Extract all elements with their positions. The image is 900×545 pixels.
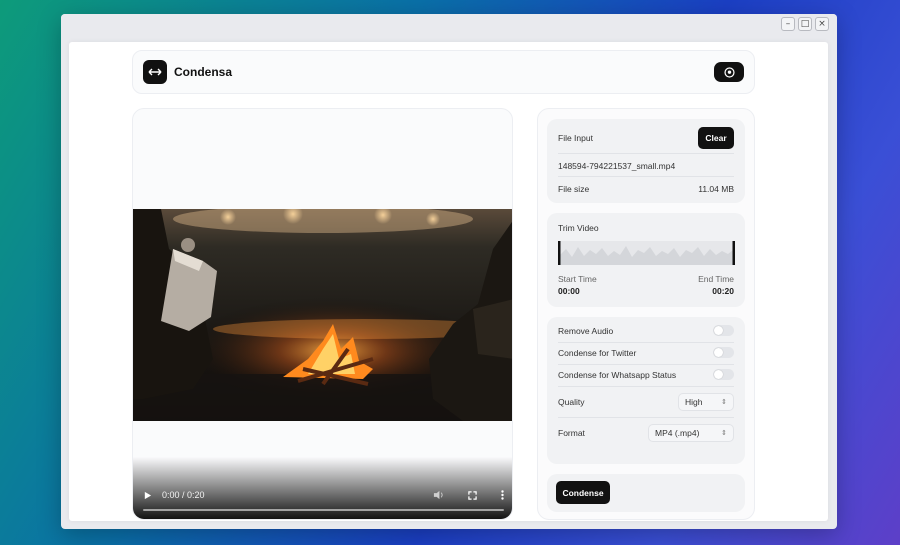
app-window: – □ × Condensa 0:00 / 0:20 File Input Cl… xyxy=(61,14,837,529)
trim-title: Trim Video xyxy=(558,223,599,233)
video-player[interactable]: 0:00 / 0:20 xyxy=(132,108,513,520)
github-button[interactable] xyxy=(714,62,744,82)
file-divider xyxy=(558,153,734,154)
trim-panel: Trim Video Start Time End Time 00:00 00:… xyxy=(547,213,745,307)
options-panel: Remove Audio Condense for Twitter Conden… xyxy=(547,317,745,464)
condense-button[interactable]: Condense xyxy=(556,481,610,504)
play-icon[interactable] xyxy=(143,491,152,500)
title-bar: – □ × xyxy=(61,14,837,34)
settings-sidebar: File Input Clear 148594-794221537_small.… xyxy=(537,108,755,520)
trim-waveform[interactable] xyxy=(558,241,735,265)
file-size-value: 11.04 MB xyxy=(698,184,734,194)
condense-whatsapp-toggle[interactable] xyxy=(713,369,734,380)
campfire-video-image xyxy=(133,209,512,421)
condense-whatsapp-label: Condense for Whatsapp Status xyxy=(558,369,677,380)
format-select[interactable]: MP4 (.mp4) ⇕ xyxy=(648,424,734,442)
chevron-updown-icon: ⇕ xyxy=(721,398,727,406)
close-button[interactable]: × xyxy=(815,17,829,31)
end-time-label: End Time xyxy=(698,274,734,284)
brand[interactable]: Condensa xyxy=(143,60,232,84)
opts-divider-2 xyxy=(558,364,734,365)
action-panel: Condense xyxy=(547,474,745,512)
condense-twitter-toggle[interactable] xyxy=(713,347,734,358)
header: Condensa xyxy=(132,50,755,94)
remove-audio-label: Remove Audio xyxy=(558,325,614,336)
format-value: MP4 (.mp4) xyxy=(655,428,700,438)
fullscreen-icon[interactable] xyxy=(468,490,477,500)
controls-row: 0:00 / 0:20 xyxy=(133,487,512,503)
remove-audio-toggle[interactable] xyxy=(713,325,734,336)
file-size-label: File size xyxy=(558,184,590,194)
seek-bar[interactable] xyxy=(143,509,504,511)
trim-end-handle[interactable] xyxy=(732,241,736,265)
opts-divider-1 xyxy=(558,342,734,343)
volume-icon[interactable] xyxy=(433,490,444,500)
video-frame[interactable] xyxy=(133,209,512,421)
time-display: 0:00 / 0:20 xyxy=(162,490,205,500)
clear-button[interactable]: Clear xyxy=(698,127,734,149)
brand-name: Condensa xyxy=(174,65,233,79)
file-input-title: File Input xyxy=(558,133,593,143)
quality-value: High xyxy=(685,397,703,407)
quality-select[interactable]: High ⇕ xyxy=(678,393,734,411)
quality-label: Quality xyxy=(558,397,585,407)
minimize-button[interactable]: – xyxy=(781,17,795,31)
format-label: Format xyxy=(558,428,585,438)
chevron-updown-icon: ⇕ xyxy=(721,429,727,437)
start-time-value: 00:00 xyxy=(558,286,580,296)
opts-divider-4 xyxy=(558,417,734,418)
window-controls: – □ × xyxy=(781,17,829,31)
app-content: Condensa 0:00 / 0:20 File Input Clear 14… xyxy=(69,42,828,521)
video-controls: 0:00 / 0:20 xyxy=(133,457,512,519)
file-name: 148594-794221537_small.mp4 xyxy=(558,161,676,171)
trim-start-handle[interactable] xyxy=(558,241,561,265)
github-icon xyxy=(723,66,735,78)
more-options-icon[interactable] xyxy=(501,490,504,500)
opts-divider-3 xyxy=(558,386,734,387)
start-time-label: Start Time xyxy=(558,274,597,284)
file-input-panel: File Input Clear 148594-794221537_small.… xyxy=(547,119,745,203)
condense-twitter-label: Condense for Twitter xyxy=(558,347,637,358)
maximize-button[interactable]: □ xyxy=(798,17,812,31)
arrows-icon xyxy=(143,60,167,84)
file-divider-2 xyxy=(558,176,734,177)
end-time-value: 00:20 xyxy=(712,286,734,296)
